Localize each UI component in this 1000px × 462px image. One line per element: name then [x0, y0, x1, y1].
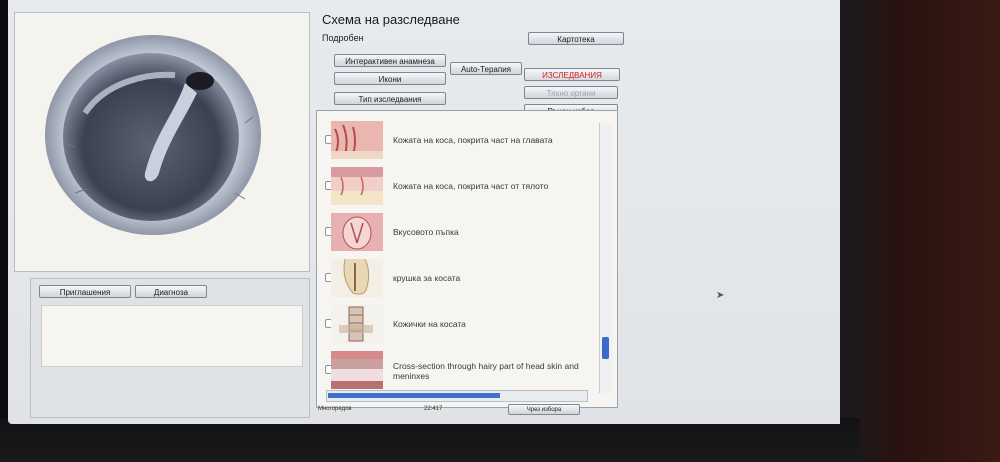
anatomy-image-panel [14, 12, 310, 272]
taste-bud-thumbnail [331, 213, 383, 251]
scalp-skin-thumbnail [331, 121, 383, 159]
mouse-cursor-icon: ➤ [716, 290, 725, 301]
interactive-anamnesis-button[interactable]: Интерактивен анамнеза [334, 54, 446, 67]
page-subtitle: Подробен [322, 33, 364, 43]
item-label: Кожата на коса, покрита част от тялото [393, 181, 549, 191]
notes-textarea[interactable] [41, 305, 303, 367]
investigations-button[interactable]: ИЗСЛЕДВАНИЯ [524, 68, 620, 81]
vertical-scrollbar[interactable] [599, 123, 612, 393]
scrollbar-thumb[interactable] [602, 337, 609, 359]
monitor-bezel-bottom [0, 418, 860, 462]
item-label: Кожата на коса, покрита част на главата [393, 135, 553, 145]
item-label: Cross-section through hairy part of head… [393, 361, 579, 381]
item-label: Вкусовото пъпка [393, 227, 459, 237]
list-item[interactable]: Cross-section through hairy part of head… [317, 351, 599, 391]
monitor-bezel [840, 0, 1000, 462]
study-type-button[interactable]: Тип изследвания [334, 92, 446, 105]
list-item[interactable]: Кожата на коса, покрита част на главата [317, 121, 599, 161]
hair-bulb-thumbnail [331, 259, 383, 297]
complaints-button[interactable]: Приглашения [39, 285, 131, 298]
status-time: 22:417 [424, 406, 443, 412]
head-cross-section-thumbnail [331, 351, 383, 389]
by-organ-button[interactable]: Тяхно органи [524, 86, 618, 99]
body-skin-thumbnail [331, 167, 383, 205]
card-index-button[interactable]: Картотека [528, 32, 624, 45]
status-mode: Многоредов [318, 406, 352, 412]
icons-button[interactable]: Икони [334, 72, 446, 85]
horizontal-scrollbar[interactable] [326, 390, 588, 402]
notes-panel: Приглашения Диагноза [30, 278, 310, 418]
item-label: Кожички на косата [393, 319, 466, 329]
auto-therapy-button[interactable]: Auto-Терапия [450, 62, 522, 75]
hair-cuticle-thumbnail [331, 305, 383, 343]
page-title: Схема на разследване [322, 12, 460, 27]
list-item[interactable]: Вкусовото пъпка [317, 213, 599, 253]
item-label: крушка за косата [393, 273, 461, 283]
list-item[interactable]: Кожата на коса, покрита част от тялото [317, 167, 599, 207]
via-selection-button[interactable]: Чрез избора [508, 404, 580, 415]
list-item[interactable]: крушка за косата [317, 259, 599, 299]
status-bar: Многоредов 22:417 Чрез избора [316, 404, 588, 416]
study-list: Кожата на коса, покрита част на главата … [316, 110, 618, 408]
list-item[interactable]: Кожички на косата [317, 305, 599, 345]
diagnosis-button[interactable]: Диагноза [135, 285, 207, 298]
progress-fill [328, 393, 500, 398]
eardrum-illustration [45, 35, 261, 235]
